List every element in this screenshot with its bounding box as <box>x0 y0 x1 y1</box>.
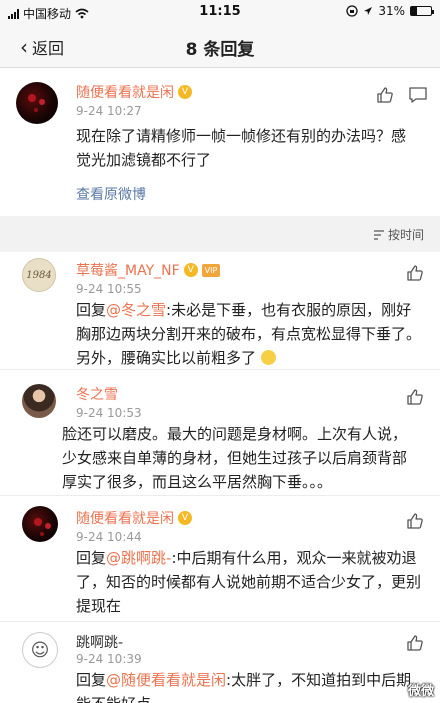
comment-text: 脸还可以磨皮。最大的问题是身材啊。上次有人说， 少女感来自单薄的身材，但她生过孩… <box>62 422 434 494</box>
username-text: 跳啊跳- <box>76 635 124 651</box>
status-bar: 中国移动 11:15 31% <box>0 0 440 24</box>
sort-bar: 按时间 <box>0 216 440 252</box>
comment-text: 回复@随便看看就是闲:太胖了，不知道拍到中后期 能不能好点 <box>76 668 432 703</box>
comment-time: 9-24 10:44 <box>76 530 142 544</box>
member-badge-icon: V <box>183 263 198 277</box>
post-username[interactable]: 随便看看就是闲 V <box>76 82 192 102</box>
comment-text-line: 能不能好点 <box>76 692 432 703</box>
comment-text-line: 少女感来自单薄的身材，但她生过孩子以后肩颈背部 <box>62 449 408 467</box>
mention-link[interactable]: @随便看看就是闲 <box>106 671 226 689</box>
member-badge-icon: V <box>178 511 192 525</box>
avatar[interactable] <box>22 384 56 418</box>
location-icon <box>364 6 373 15</box>
comment-username[interactable]: 跳啊跳- <box>76 632 123 652</box>
comment-text-line: 回复@冬之雪:未必是下垂，也有衣服的原因，刚好 <box>76 298 432 322</box>
list-item: 冬之雪 9-24 10:53 脸还可以磨皮。最大的问题是身材啊。上次有人说， 少… <box>0 370 440 496</box>
nav-bar: ‹ 返回 8 条回复 <box>0 24 440 68</box>
comment-text-part: :未必是下垂，也有衣服的原因，刚好 <box>166 301 412 319</box>
like-icon[interactable] <box>406 388 424 406</box>
like-icon[interactable] <box>406 512 424 530</box>
post-text: 现在除了请精修师一帧一帧修还有别的办法吗？感 觉光加滤镜都不行了 <box>76 124 436 172</box>
comment-text-line: 胸那边两块分割开来的破布，有点宽松显得下垂了。 <box>76 325 422 343</box>
reply-word: 回复 <box>76 671 107 689</box>
comment-list: 1984 草莓酱_MAY_NF V VIP 9-24 10:55 回复@冬之雪:… <box>0 252 440 703</box>
comment-text-line: 另外，腰确实比以前粗多了 <box>76 346 432 370</box>
sort-icon <box>373 229 384 240</box>
comment-text-line: 提现在 <box>76 597 122 615</box>
like-icon[interactable] <box>406 634 424 652</box>
comment-text-part: :太胖了，不知道拍到中后期 <box>226 671 412 689</box>
member-badge-icon: V <box>178 85 192 99</box>
avatar[interactable]: 1984 <box>22 258 56 292</box>
comment-text-line: 脸还可以磨皮。最大的问题是身材啊。上次有人说， <box>62 425 408 443</box>
like-icon[interactable] <box>376 86 394 104</box>
reply-word: 回复 <box>76 549 107 567</box>
comment-text-line: 厚实了很多，而且这么平居然胸下垂。。。 <box>62 473 333 491</box>
battery-percent: 31% <box>378 4 405 18</box>
comment-text-line: 回复@跳啊跳-:中后期有什么用，观众一来就被劝退 <box>76 546 432 570</box>
original-post: 随便看看就是闲 V 9-24 10:27 现在除了请精修师一帧一帧修还有别的办法… <box>0 68 440 216</box>
comment-username[interactable]: 冬之雪 <box>76 384 118 404</box>
username-text: 草莓酱_MAY_NF <box>76 263 180 279</box>
post-time: 9-24 10:27 <box>76 104 142 118</box>
list-item: ☺ 跳啊跳- 9-24 10:39 回复@随便看看就是闲:太胖了，不知道拍到中后… <box>0 622 440 703</box>
comment-time: 9-24 10:39 <box>76 652 142 666</box>
list-item: 1984 草莓酱_MAY_NF V VIP 9-24 10:55 回复@冬之雪:… <box>0 252 440 370</box>
lock-rotation-icon <box>346 5 358 17</box>
post-text-line: 觉光加滤镜都不行了 <box>76 151 212 169</box>
sort-by-time-button[interactable]: 按时间 <box>373 226 424 243</box>
page-title: 8 条回复 <box>185 40 255 60</box>
mention-link[interactable]: @跳啊跳- <box>106 549 171 567</box>
comment-text: 回复@跳啊跳-:中后期有什么用，观众一来就被劝退 了，知否的时候都有人说她前期不… <box>76 546 432 618</box>
like-icon[interactable] <box>406 264 424 282</box>
avatar[interactable]: ☺ <box>22 632 58 668</box>
avatar[interactable] <box>16 82 58 124</box>
comment-time: 9-24 10:55 <box>76 282 142 296</box>
smile-emoji-icon <box>260 350 276 365</box>
comment-icon[interactable] <box>408 86 428 104</box>
watermark: 微微 <box>407 684 434 699</box>
username-text: 随便看看就是闲 <box>76 511 174 527</box>
comment-text: 回复@冬之雪:未必是下垂，也有衣服的原因，刚好 胸那边两块分割开来的破布，有点宽… <box>76 298 432 370</box>
vip-badge: VIP <box>201 263 221 277</box>
comment-time: 9-24 10:53 <box>76 406 142 420</box>
list-item: 随便看看就是闲 V 9-24 10:44 回复@跳啊跳-:中后期有什么用，观众一… <box>0 496 440 622</box>
comment-text-part: :中后期有什么用，观众一来就被劝退 <box>171 549 417 567</box>
view-original-link[interactable]: 查看原微博 <box>76 184 146 204</box>
avatar[interactable] <box>22 506 58 542</box>
username-text: 冬之雪 <box>76 387 118 403</box>
post-text-line: 现在除了请精修师一帧一帧修还有别的办法吗？感 <box>76 127 407 145</box>
username-text: 随便看看就是闲 <box>76 85 174 101</box>
comment-username[interactable]: 随便看看就是闲 V <box>76 508 192 528</box>
comment-text-line: 回复@随便看看就是闲:太胖了，不知道拍到中后期 <box>76 668 432 692</box>
comment-text-part: 另外，腰确实比以前粗多了 <box>76 349 257 367</box>
reply-word: 回复 <box>76 301 107 319</box>
comment-text-line: 了，知否的时候都有人说她前期不适合少女了，更别 <box>76 573 422 591</box>
mention-link[interactable]: @冬之雪 <box>106 301 166 319</box>
battery-icon <box>410 6 434 16</box>
sort-label: 按时间 <box>387 228 424 242</box>
status-right: 31% <box>346 4 434 18</box>
comment-username[interactable]: 草莓酱_MAY_NF V VIP <box>76 260 221 280</box>
